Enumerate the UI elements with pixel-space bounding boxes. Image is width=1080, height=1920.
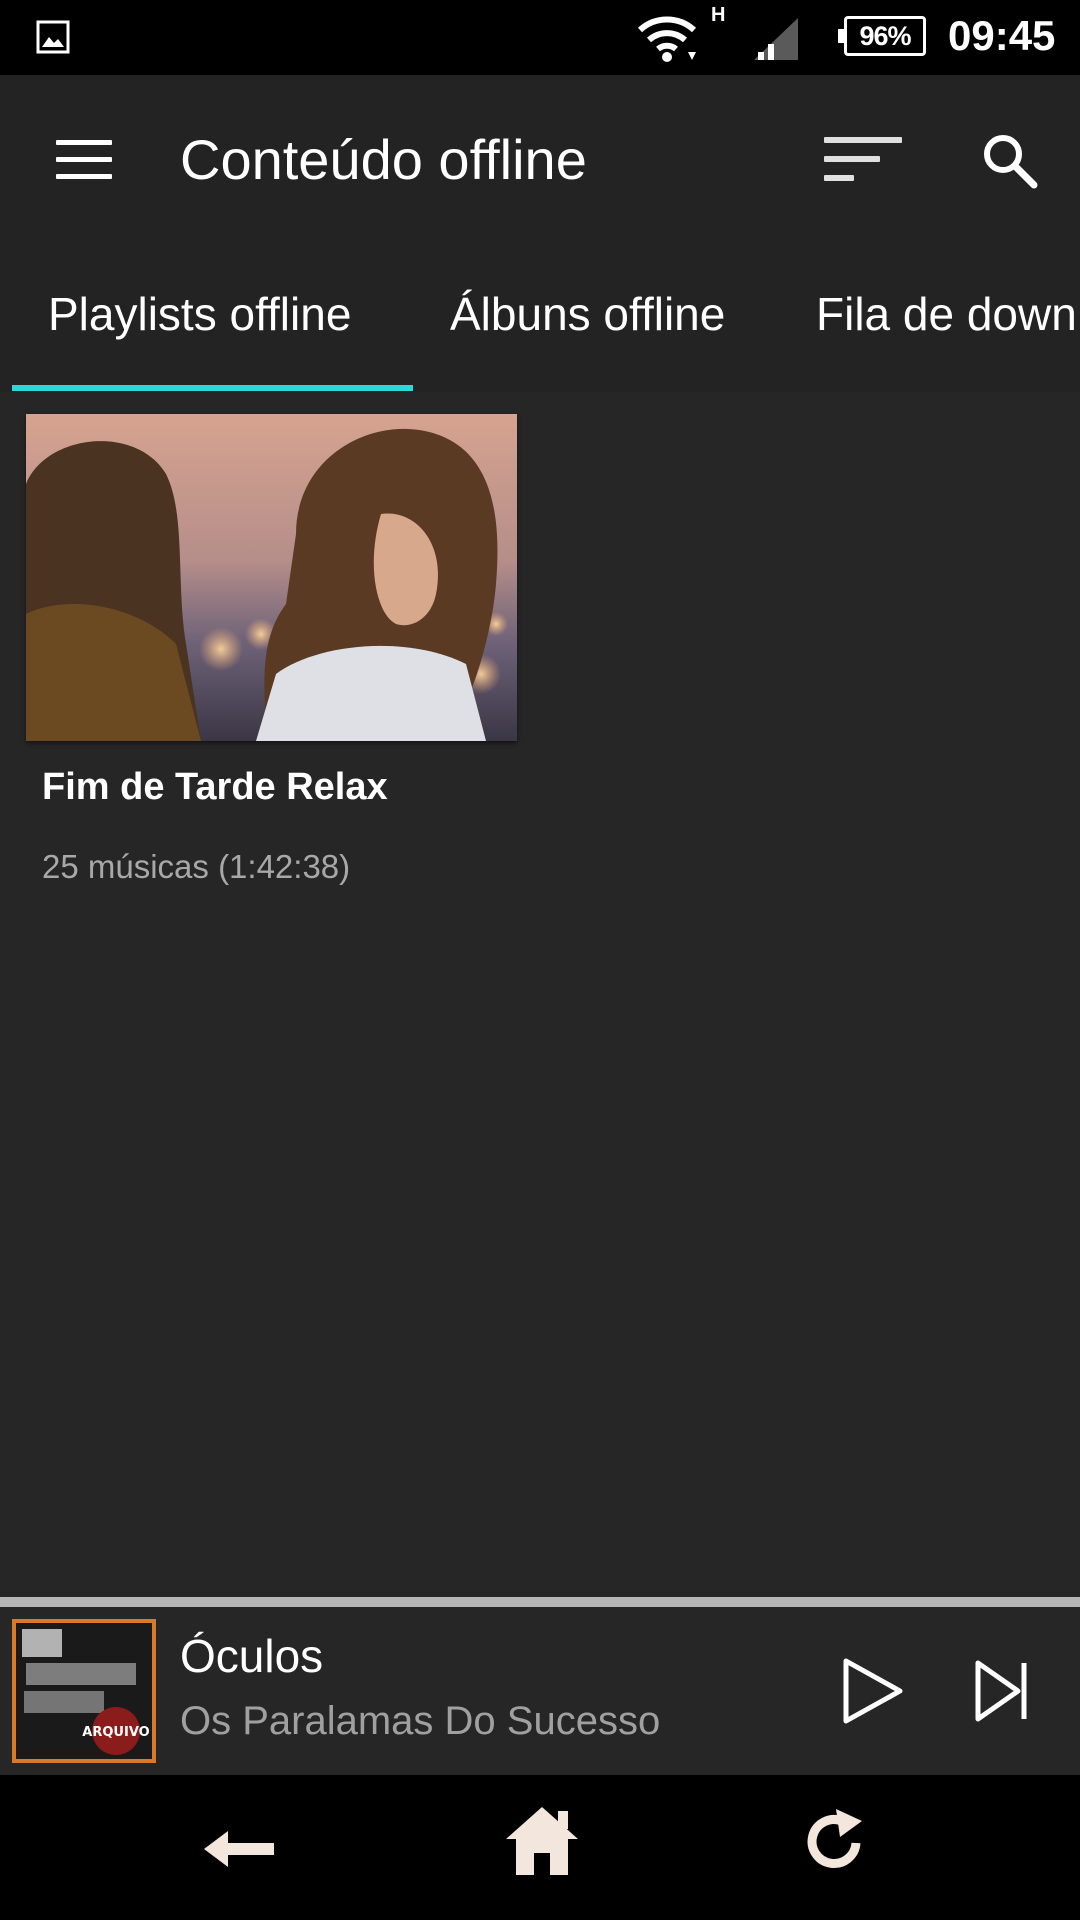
play-icon[interactable]: [840, 1655, 906, 1727]
album-art-text: ARQUIVO: [82, 1725, 149, 1740]
network-type-label: H: [711, 4, 726, 26]
album-art-image: ARQUIVO: [16, 1623, 152, 1759]
skip-next-icon[interactable]: [972, 1657, 1032, 1725]
sort-icon[interactable]: [824, 135, 904, 185]
clock: 09:45: [948, 12, 1056, 59]
search-icon[interactable]: [980, 131, 1038, 189]
app-toolbar: Conteúdo offline: [0, 75, 1080, 247]
playlist-track-count: 25 músicas (1:42:38): [42, 848, 351, 885]
playlist-cover-image: [26, 414, 517, 741]
mini-player[interactable]: ARQUIVO Óculos Os Paralamas Do Sucesso: [0, 1607, 1080, 1775]
playback-progress-bar[interactable]: [0, 1597, 1080, 1607]
playlist-cover-photo: [26, 414, 517, 741]
battery-level: 96%: [859, 20, 911, 51]
tab-albuns-offline[interactable]: Álbuns offline: [450, 287, 725, 341]
tab-bar: Playlists offline Álbuns offline Fila de…: [0, 247, 1080, 392]
system-navigation-bar: [0, 1775, 1080, 1920]
tab-fila-de-download[interactable]: Fila de down: [816, 287, 1077, 341]
battery-icon: 96%: [838, 16, 926, 56]
playlist-card[interactable]: Fim de Tarde Relax 25 músicas (1:42:38): [26, 414, 518, 885]
hamburger-menu-icon[interactable]: [56, 138, 112, 180]
app-screen: H 96% 09:45 Conteúdo offline Playlists o…: [0, 0, 1080, 1920]
playlist-title: Fim de Tarde Relax: [42, 766, 388, 808]
home-icon[interactable]: [504, 1805, 580, 1877]
now-playing-title: Óculos: [180, 1630, 324, 1682]
back-icon[interactable]: [202, 1829, 276, 1869]
page-title: Conteúdo offline: [180, 128, 587, 191]
now-playing-artist: Os Paralamas Do Sucesso: [180, 1699, 661, 1743]
tab-selected-indicator: [12, 385, 413, 391]
recent-apps-icon[interactable]: [806, 1807, 866, 1873]
gallery-notification-icon: [36, 20, 70, 54]
status-bar: H 96% 09:45: [0, 0, 1080, 75]
album-art-thumbnail: ARQUIVO: [12, 1619, 156, 1763]
playlist-grid: Fim de Tarde Relax 25 músicas (1:42:38): [0, 392, 1080, 1597]
wifi-icon: [637, 16, 697, 62]
cell-signal-icon: [754, 18, 798, 60]
tab-playlists-offline[interactable]: Playlists offline: [48, 287, 351, 341]
